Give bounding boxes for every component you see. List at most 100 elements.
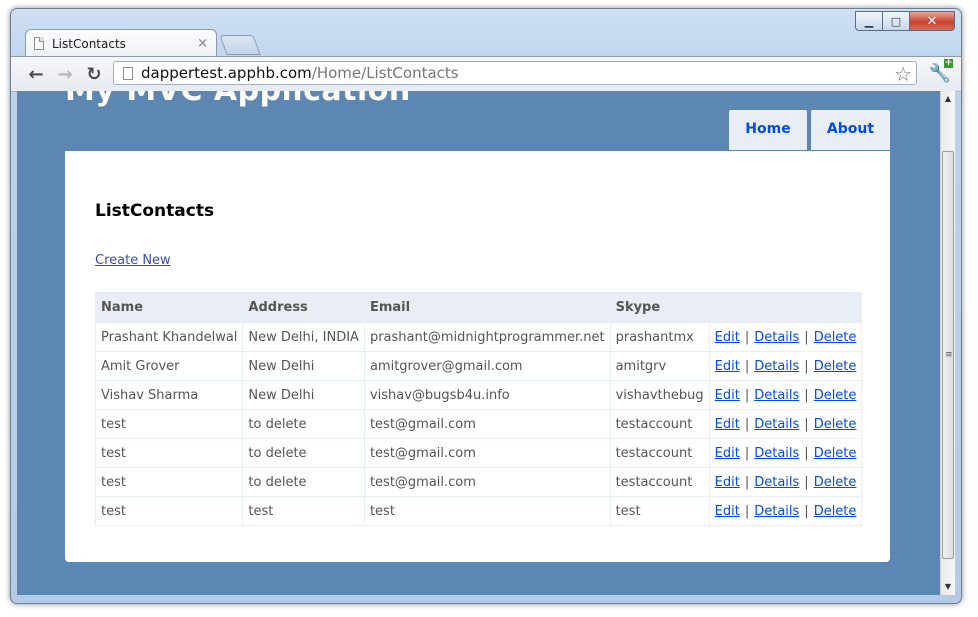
action-separator: | (804, 329, 809, 345)
address-bar[interactable]: dappertest.apphb.com/Home/ListContacts ☆ (113, 61, 917, 86)
action-separator: | (804, 416, 809, 432)
action-separator: | (804, 474, 809, 490)
cell-name: test (94, 409, 244, 439)
details-link[interactable]: Details (754, 475, 799, 490)
delete-link[interactable]: Delete (814, 446, 857, 461)
tab-close-icon[interactable]: × (197, 36, 208, 51)
cell-email: amitgrover@gmail.com (363, 351, 611, 381)
details-link[interactable]: Details (754, 330, 799, 345)
minimize-icon: ▁ (864, 14, 874, 28)
table-row: Vishav Sharma New Delhi vishav@bugsb4u.inf… (94, 380, 863, 410)
action-separator: | (804, 445, 809, 461)
contacts-table: Name Address Email Skype Prashant Khande… (94, 292, 863, 526)
scroll-up-icon[interactable]: ▲ (941, 91, 955, 107)
cell-skype: test (609, 496, 710, 526)
action-separator: | (744, 503, 750, 519)
site-title: My MVC Application (65, 91, 411, 108)
cell-address: to delete (242, 409, 365, 439)
column-header-name: Name (94, 292, 244, 323)
column-header-skype: Skype (609, 292, 710, 323)
edit-link[interactable]: Edit (715, 417, 740, 432)
cell-actions: Edit | Details | Delete (708, 322, 863, 352)
maximize-button[interactable]: □ (883, 11, 910, 31)
table-row: test test test test Edit | Details | Delete (94, 496, 863, 526)
cell-email: vishav@bugsb4u.info (363, 380, 611, 410)
table-row: test to delete test@gmail.com testaccount Ed… (94, 467, 863, 497)
delete-link[interactable]: Delete (814, 417, 857, 432)
url-host: dappertest.apphb.com (141, 64, 312, 82)
page-heading: ListContacts (95, 201, 215, 221)
delete-link[interactable]: Delete (814, 330, 857, 345)
action-separator: | (804, 358, 809, 374)
cell-address: New Delhi (242, 380, 365, 410)
cell-name: Vishav Sharma (94, 380, 244, 410)
action-separator: | (744, 474, 750, 490)
page-viewport: My MVC Application Home About ListContac… (17, 91, 940, 595)
details-link[interactable]: Details (754, 417, 799, 432)
cell-skype: testaccount (609, 438, 710, 468)
new-tab-button[interactable] (219, 35, 261, 55)
edit-link[interactable]: Edit (715, 330, 740, 345)
cell-name: test (94, 496, 244, 526)
url-text: dappertest.apphb.com/Home/ListContacts (141, 64, 459, 82)
delete-link[interactable]: Delete (814, 475, 857, 490)
cell-address: New Delhi, INDIA (242, 322, 365, 352)
back-arrow-icon: ← (28, 63, 44, 85)
browser-toolbar: ← → ↻ dappertest.apphb.com/Home/ListCont… (11, 56, 961, 92)
cell-address: test (242, 496, 365, 526)
minimize-button[interactable]: ▁ (855, 11, 883, 31)
action-separator: | (744, 416, 750, 432)
edit-link[interactable]: Edit (715, 446, 740, 461)
delete-link[interactable]: Delete (814, 504, 857, 519)
scroll-down-icon[interactable]: ▼ (941, 579, 955, 595)
url-path: /Home/ListContacts (311, 64, 459, 82)
table-row: Prashant Khandelwal New Delhi, INDIA prash… (94, 322, 863, 352)
details-link[interactable]: Details (754, 388, 799, 403)
cell-email: test@gmail.com (363, 409, 611, 439)
cell-address: to delete (242, 438, 365, 468)
table-row: test to delete test@gmail.com testaccount Ed… (94, 438, 863, 468)
delete-link[interactable]: Delete (814, 359, 857, 374)
close-window-button[interactable]: ✕ (910, 11, 955, 31)
cell-skype: vishavthebug (609, 380, 710, 410)
browser-tab[interactable]: ListContacts × (25, 29, 217, 57)
action-separator: | (744, 329, 750, 345)
cell-name: Amit Grover (94, 351, 244, 381)
bookmark-star-icon[interactable]: ☆ (894, 62, 912, 86)
delete-link[interactable]: Delete (814, 388, 857, 403)
edit-link[interactable]: Edit (715, 475, 740, 490)
action-separator: | (744, 387, 750, 403)
cell-name: test (94, 438, 244, 468)
details-link[interactable]: Details (754, 504, 799, 519)
cell-skype: testaccount (609, 467, 710, 497)
edit-link[interactable]: Edit (715, 388, 740, 403)
tab-title: ListContacts (52, 36, 126, 51)
grip-icon: ≡ (945, 350, 953, 360)
cell-actions: Edit | Details | Delete (708, 351, 863, 381)
cell-actions: Edit | Details | Delete (708, 438, 863, 468)
maximize-icon: □ (890, 14, 902, 28)
scroll-thumb[interactable]: ≡ (942, 151, 954, 559)
reload-button[interactable]: ↻ (83, 63, 105, 85)
action-separator: | (744, 358, 750, 374)
browser-window: ▁ □ ✕ ListContacts × ← → ↻ dappertest.ap… (10, 8, 962, 604)
edit-link[interactable]: Edit (715, 504, 740, 519)
back-button[interactable]: ← (25, 63, 47, 85)
create-new-link[interactable]: Create New (95, 253, 171, 268)
menu-item-about[interactable]: About (811, 110, 890, 150)
close-icon: ✕ (926, 13, 938, 29)
forward-button[interactable]: → (54, 63, 76, 85)
reload-icon: ↻ (86, 63, 102, 85)
edit-link[interactable]: Edit (715, 359, 740, 374)
details-link[interactable]: Details (754, 446, 799, 461)
menu-item-home[interactable]: Home (729, 110, 807, 150)
vertical-scrollbar[interactable]: ▲ ≡ ▼ (940, 91, 955, 595)
details-link[interactable]: Details (754, 359, 799, 374)
cell-actions: Edit | Details | Delete (708, 467, 863, 497)
action-separator: | (804, 503, 809, 519)
cell-email: test@gmail.com (363, 467, 611, 497)
extension-badge: + (944, 58, 953, 68)
cell-email: prashant@midnightprogrammer.net (363, 322, 611, 352)
cell-email: test@gmail.com (363, 438, 611, 468)
cell-email: test (363, 496, 611, 526)
